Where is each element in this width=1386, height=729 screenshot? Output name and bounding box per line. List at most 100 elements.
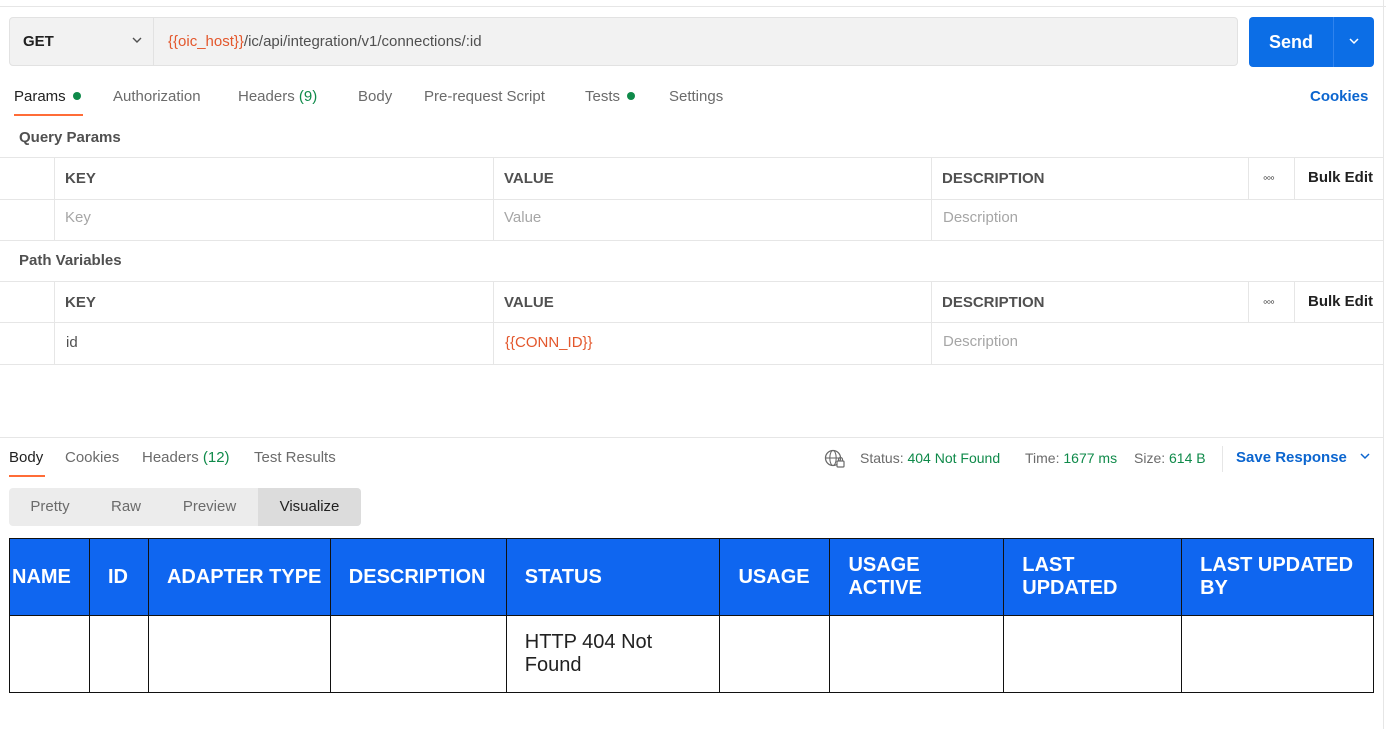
response-time: Time: 1677 ms [1025, 448, 1117, 468]
tab-tests[interactable]: Tests [585, 87, 636, 107]
url-input[interactable]: {{oic_host}}/ic/api/integration/v1/conne… [168, 18, 482, 65]
cell-usage [719, 615, 831, 693]
save-response-button[interactable]: Save Response [1236, 448, 1371, 468]
column-divider [1248, 157, 1249, 199]
query-bulk-edit-button[interactable]: Bulk Edit [1308, 168, 1373, 188]
header-last-updated: LAST UPDATED [1003, 538, 1183, 616]
visualize-table: NAME ID ADAPTER TYPE DESCRIPTION STATUS … [9, 538, 1374, 693]
tab-authorization[interactable]: Authorization [113, 87, 201, 107]
send-label: Send [1268, 32, 1313, 52]
column-divider [1294, 157, 1295, 199]
request-url-bar: GET {{oic_host}}/ic/api/integration/v1/c… [9, 17, 1238, 66]
response-size: Size: 614 B [1134, 448, 1206, 468]
size-value: 614 B [1169, 450, 1206, 466]
view-mode-visualize[interactable]: Visualize [258, 488, 361, 526]
headers-count: (9) [298, 88, 318, 105]
path-description-input[interactable]: Description [943, 332, 1018, 352]
column-divider [54, 157, 55, 240]
send-button[interactable]: Send [1249, 17, 1374, 67]
tab-tests-label: Tests [585, 88, 621, 105]
cell-description [329, 615, 507, 693]
method-select[interactable]: GET [10, 18, 154, 65]
table-divider [0, 240, 1384, 241]
column-divider [931, 157, 932, 240]
active-response-tab-indicator [9, 475, 45, 477]
response-status: Status: 404 Not Found [860, 448, 1000, 468]
view-mode-preview[interactable]: Preview [161, 488, 258, 526]
column-divider [493, 281, 494, 364]
method-label: GET [23, 33, 54, 50]
column-divider [54, 281, 55, 364]
send-divider [1333, 17, 1334, 67]
tab-prerequest-script[interactable]: Pre-request Script [424, 87, 545, 107]
view-mode-selector: Pretty Raw Preview Visualize [9, 488, 361, 526]
status-value: 404 Not Found [907, 450, 1001, 466]
column-divider [1248, 281, 1249, 322]
tab-prerequest-label: Pre-request Script [424, 88, 545, 105]
header-name: NAME [9, 538, 90, 616]
cookies-link[interactable]: Cookies [1310, 87, 1368, 107]
response-headers-count: (12) [202, 449, 230, 466]
path-col-value: VALUE [504, 294, 554, 311]
time-label: Time: [1025, 450, 1060, 466]
tab-params-label: Params [14, 88, 66, 105]
chevron-down-icon[interactable] [1348, 35, 1360, 47]
path-col-key: KEY [65, 294, 96, 311]
tab-headers[interactable]: Headers (9) [238, 87, 317, 107]
path-key-id[interactable]: id [66, 333, 78, 353]
path-bulk-edit-button[interactable]: Bulk Edit [1308, 292, 1373, 312]
table-divider [0, 322, 1384, 323]
tab-body[interactable]: Body [358, 87, 392, 107]
time-value: 1677 ms [1063, 450, 1118, 466]
path-variables-title: Path Variables [19, 252, 122, 269]
column-divider [493, 157, 494, 240]
header-status: STATUS [505, 538, 721, 616]
tab-params[interactable]: Params [14, 87, 81, 107]
header-description: DESCRIPTION [329, 538, 507, 616]
path-value-conn-id[interactable]: {{CONN_ID}} [505, 333, 593, 353]
query-description-input[interactable]: Description [943, 208, 1018, 228]
response-tab-cookies[interactable]: Cookies [65, 448, 119, 468]
cell-id [88, 615, 149, 693]
more-options-icon[interactable]: ◦◦◦ [1263, 292, 1275, 312]
tests-status-dot [627, 92, 636, 100]
chevron-down-icon [132, 37, 142, 43]
top-border [0, 6, 1386, 7]
header-id: ID [88, 538, 149, 616]
response-tab-test-results[interactable]: Test Results [254, 448, 336, 468]
header-last-updated-by: LAST UPDATED BY [1181, 538, 1374, 616]
response-tab-headers[interactable]: Headers (12) [142, 448, 230, 468]
cell-last-updated [1003, 615, 1183, 693]
size-label: Size: [1134, 450, 1166, 466]
chevron-down-icon [1360, 453, 1370, 460]
cell-status: HTTP 404 Not Found [505, 615, 721, 693]
url-path: /ic/api/integration/v1/connections/:id [243, 33, 482, 50]
column-divider [1294, 281, 1295, 322]
query-params-title: Query Params [19, 129, 121, 146]
globe-lock-icon[interactable] [824, 449, 846, 469]
response-tab-body[interactable]: Body [9, 448, 43, 468]
table-divider [0, 281, 1384, 282]
more-options-icon[interactable]: ◦◦◦ [1263, 168, 1275, 188]
table-divider [0, 364, 1384, 365]
header-usage: USAGE [719, 538, 831, 616]
query-col-key: KEY [65, 170, 96, 187]
query-col-value: VALUE [504, 170, 554, 187]
query-col-description: DESCRIPTION [942, 170, 1045, 187]
tab-settings[interactable]: Settings [669, 87, 723, 107]
path-col-description: DESCRIPTION [942, 294, 1045, 311]
view-mode-pretty[interactable]: Pretty [9, 488, 91, 526]
cell-usage-active [829, 615, 1005, 693]
tab-settings-label: Settings [669, 88, 724, 105]
view-mode-raw[interactable]: Raw [91, 488, 161, 526]
tab-headers-label: Headers [238, 88, 295, 105]
response-divider [0, 437, 1384, 438]
query-key-input[interactable]: Key [65, 208, 91, 228]
params-status-dot [72, 92, 81, 100]
header-adapter-type: ADAPTER TYPE [147, 538, 331, 616]
table-divider [0, 199, 1384, 200]
tab-authorization-label: Authorization [113, 88, 201, 105]
query-value-input[interactable]: Value [504, 208, 541, 228]
save-response-label: Save Response [1236, 449, 1347, 466]
url-variable: {{oic_host}} [168, 33, 244, 50]
